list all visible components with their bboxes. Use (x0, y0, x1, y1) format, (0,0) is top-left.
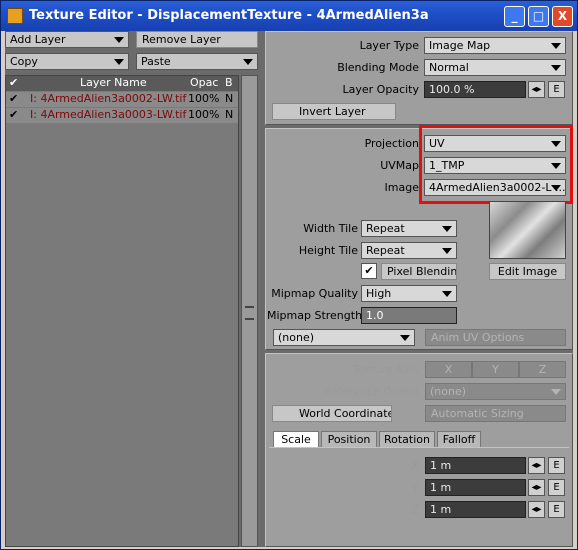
z-label: Z (411, 503, 419, 516)
layer-enabled-check[interactable]: ✔ (9, 92, 18, 105)
layer-list-header: ✔ Layer Name Opac B (6, 76, 238, 91)
check-column-header: ✔ (9, 76, 19, 89)
close-button[interactable]: X (552, 6, 573, 27)
uvmap-dropdown[interactable]: 1_TMP (424, 157, 566, 174)
opacity-column-header: Opac (190, 76, 219, 89)
maximize-button[interactable]: □ (528, 6, 549, 27)
anim-uv-options-button[interactable]: Anim UV Options (425, 329, 566, 346)
layer-enabled-check[interactable]: ✔ (9, 108, 18, 121)
chevron-down-icon (551, 389, 561, 395)
blend-column-header: B (225, 76, 233, 89)
image-thumbnail[interactable] (489, 201, 566, 259)
layer-opacity-label: Layer Opacity (342, 83, 419, 96)
scale-y-arrows-icon[interactable]: ◂▸ (528, 479, 545, 496)
layer-type-dropdown[interactable]: Image Map (424, 37, 566, 54)
title-bar[interactable]: Texture Editor - DisplacementTexture - 4… (1, 1, 577, 31)
remove-layer-button[interactable]: Remove Layer (136, 31, 258, 48)
layer-blend: N (225, 92, 234, 105)
app-icon (7, 8, 23, 24)
mipmap-quality-dropdown[interactable]: High (361, 285, 457, 302)
layer-opacity: 100% (188, 92, 220, 105)
axis-y-button[interactable]: Y (472, 361, 519, 378)
chevron-down-icon (551, 185, 561, 191)
paste-dropdown[interactable]: Paste (136, 53, 258, 70)
chevron-down-icon (400, 335, 410, 341)
chevron-down-icon (551, 141, 561, 147)
tab-rotation[interactable]: Rotation (379, 431, 435, 448)
scrollbar-grip-icon[interactable] (245, 306, 254, 320)
x-label: X (411, 459, 419, 472)
width-tile-label: Width Tile (303, 222, 358, 235)
width-tile-dropdown[interactable]: Repeat (361, 220, 457, 237)
mipmap-strength-label: Mipmap Strength (267, 309, 363, 322)
layer-opacity: 100% (188, 108, 220, 121)
scale-y-input[interactable]: 1 m (425, 479, 526, 496)
texture-editor-window: Texture Editor - DisplacementTexture - 4… (0, 0, 578, 550)
reference-object-dropdown[interactable]: (none) (425, 383, 566, 400)
scale-z-envelope-button[interactable]: E (548, 501, 565, 518)
y-label: Y (412, 481, 419, 494)
layer-name: I: 4ArmedAlien3a0003-LW.tif (30, 108, 187, 121)
scale-x-arrows-icon[interactable]: ◂▸ (528, 457, 545, 474)
world-coordinates-button[interactable]: World Coordinates (272, 405, 392, 422)
chevron-down-icon (114, 37, 124, 43)
blending-mode-dropdown[interactable]: Normal (424, 59, 566, 76)
chevron-down-icon (551, 43, 561, 49)
layer-row[interactable]: ✔ I: 4ArmedAlien3a0003-LW.tif 100% N (6, 108, 238, 123)
add-layer-dropdown[interactable]: Add Layer (5, 31, 129, 48)
layer-list[interactable]: ✔ Layer Name Opac B ✔ I: 4ArmedAlien3a00… (5, 75, 239, 547)
opacity-envelope-button[interactable]: E (548, 81, 565, 98)
chevron-down-icon (114, 59, 124, 65)
layer-blend: N (225, 108, 234, 121)
layer-name: I: 4ArmedAlien3a0002-LW.tif (30, 92, 187, 105)
layer-row[interactable]: ✔ I: 4ArmedAlien3a0002-LW.tif 100% N (6, 92, 238, 107)
automatic-sizing-button[interactable]: Automatic Sizing (425, 405, 566, 422)
invert-layer-button[interactable]: Invert Layer (272, 103, 396, 120)
layer-opacity-input[interactable]: 100.0 % (424, 81, 526, 98)
mipmap-strength-input[interactable]: 1.0 (361, 307, 457, 324)
minimize-button[interactable]: _ (504, 6, 525, 27)
editor-body: Add Layer Remove Layer Copy Paste ✔ Laye… (5, 31, 573, 547)
scale-y-envelope-button[interactable]: E (548, 479, 565, 496)
edit-image-button[interactable]: Edit Image (489, 263, 566, 280)
chevron-down-icon (442, 291, 452, 297)
height-tile-label: Height Tile (298, 244, 358, 257)
scale-x-input[interactable]: 1 m (425, 457, 526, 474)
pixel-blending-button[interactable]: Pixel Blending (381, 263, 457, 280)
chevron-down-icon (243, 59, 253, 65)
tab-position[interactable]: Position (321, 431, 377, 448)
scale-z-arrows-icon[interactable]: ◂▸ (528, 501, 545, 518)
uvmap-label: UVMap (380, 159, 419, 172)
chevron-down-icon (551, 65, 561, 71)
pixel-blending-checkbox[interactable]: ✔ (361, 263, 377, 279)
texture-axis-label: Texture Axis (352, 363, 419, 376)
scale-z-input[interactable]: 1 m (425, 501, 526, 518)
axis-x-button[interactable]: X (425, 361, 472, 378)
projection-dropdown[interactable]: UV (424, 135, 566, 152)
reference-object-label: Reference Object (324, 385, 419, 398)
window-title: Texture Editor - DisplacementTexture - 4… (29, 8, 429, 23)
chevron-down-icon (551, 163, 561, 169)
axis-z-button[interactable]: Z (519, 361, 566, 378)
layer-type-label: Layer Type (359, 39, 419, 52)
tab-falloff[interactable]: Falloff (437, 431, 481, 448)
opacity-arrows-icon[interactable]: ◂▸ (528, 81, 545, 98)
blending-mode-label: Blending Mode (337, 61, 419, 74)
uv-mapping-dropdown[interactable]: (none) (273, 329, 415, 346)
image-dropdown[interactable]: 4ArmedAlien3a0002-L ... (424, 179, 566, 196)
copy-dropdown[interactable]: Copy (5, 53, 129, 70)
layer-list-scrollbar[interactable] (241, 75, 258, 547)
scale-x-envelope-button[interactable]: E (548, 457, 565, 474)
chevron-down-icon (442, 248, 452, 254)
height-tile-dropdown[interactable]: Repeat (361, 242, 457, 259)
image-label: Image (384, 181, 419, 194)
chevron-down-icon (442, 226, 452, 232)
tab-scale[interactable]: Scale (273, 431, 319, 448)
mipmap-quality-label: Mipmap Quality (271, 287, 358, 300)
projection-label: Projection (364, 137, 419, 150)
layer-name-column-header: Layer Name (80, 76, 147, 89)
